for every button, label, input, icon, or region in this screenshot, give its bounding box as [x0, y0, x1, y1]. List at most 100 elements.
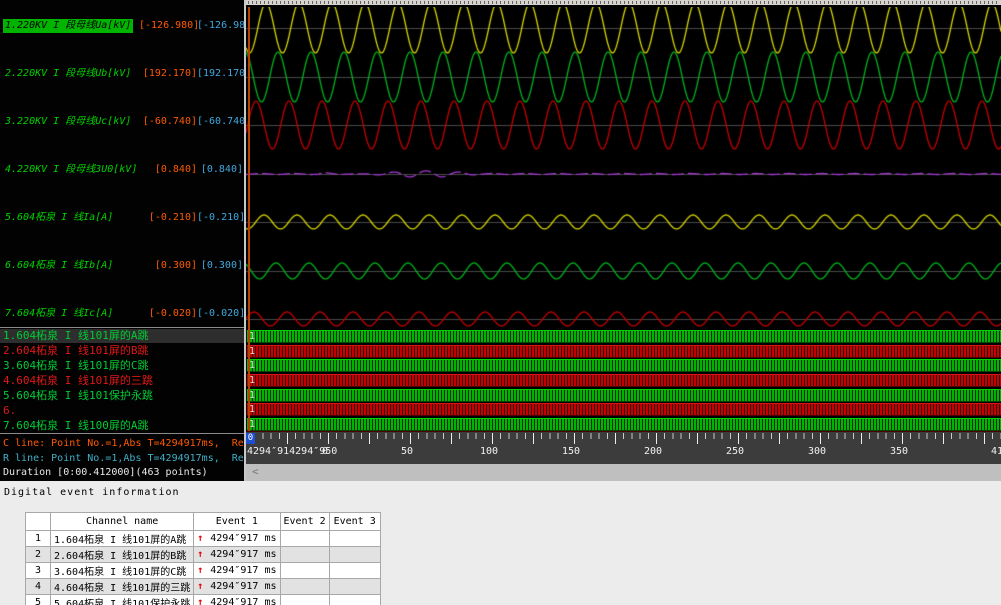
axis-tick-label: 250 — [726, 446, 744, 457]
event2-header: Event 2 — [280, 513, 329, 531]
table-row[interactable]: 4 4.604柘泉 I 线101屏的三跳 ↑ 4294″917 ms — [26, 579, 381, 595]
analog-waveform-canvas[interactable] — [246, 7, 1001, 329]
section-divider — [0, 433, 244, 434]
axis-tick-label: 350 — [890, 446, 908, 457]
channel-label: 7.604柘泉 I 线Ic[A] — [0, 307, 139, 321]
analog-channel-row-2[interactable]: 2.220KV I 段母线Ub[kV] [192.170] [192.170] — [0, 67, 244, 81]
ruler-ticks — [246, 433, 1001, 444]
ref-value: [-0.020] — [197, 307, 244, 321]
digital-channel-row-2[interactable]: 2.604柘泉 I 线101屏的B跳 — [0, 344, 244, 358]
axis-tick-label: 100 — [480, 446, 498, 457]
rising-edge-icon: ↑ — [197, 565, 203, 576]
event2-cell — [280, 563, 329, 579]
table-row[interactable]: 3 3.604柘泉 I 线101屏的C跳 ↑4294″917 ms — [26, 563, 381, 579]
row-number: 4 — [26, 579, 51, 595]
event3-cell — [329, 579, 380, 595]
ref-value: [-126.980] — [197, 19, 244, 33]
row-number: 3 — [26, 563, 51, 579]
analog-channel-row-1[interactable]: 1.220KV I 段母线Ua[kV] [-126.980] [-126.980… — [0, 19, 244, 33]
analog-channel-row-3[interactable]: 3.220KV I 段母线Uc[kV] [-60.740] [-60.740] — [0, 115, 244, 129]
event2-cell — [280, 547, 329, 563]
ref-value: [0.300] — [197, 259, 244, 273]
analog-channel-row-5[interactable]: 5.604柘泉 I 线Ia[A] [-0.210] [-0.210] — [0, 211, 244, 225]
duration-status: Duration [0:00.412000](463 points) — [3, 467, 243, 479]
event-channel-name: 3.604柘泉 I 线101屏的C跳 — [51, 563, 194, 579]
rising-edge-icon: ↑ — [197, 581, 203, 592]
channel-name-header: Channel name — [51, 513, 194, 531]
digital-channel-row-6[interactable]: 6. — [0, 404, 244, 418]
cursor-value: [-0.020] — [139, 307, 197, 321]
c-cursor-line[interactable] — [248, 7, 250, 431]
section-divider — [0, 327, 244, 328]
digital-trace-bar-2[interactable]: 1 — [247, 345, 1001, 358]
ref-value: [0.840] — [197, 163, 244, 177]
ref-value: [-60.740] — [197, 115, 244, 129]
section-title: Digital event information — [4, 487, 180, 498]
digital-event-table: Channel name Event 1 Event 2 Event 3 1 1… — [25, 512, 381, 605]
event2-cell — [280, 595, 329, 605]
table-header-row: Channel name Event 1 Event 2 Event 3 — [26, 513, 381, 531]
row-number: 1 — [26, 531, 51, 547]
axis-tick-label: 300 — [808, 446, 826, 457]
digital-trace-bar-1[interactable]: 1 — [247, 330, 1001, 343]
analog-channel-row-7[interactable]: 7.604柘泉 I 线Ic[A] [-0.020] [-0.020] — [0, 307, 244, 321]
event2-cell — [280, 531, 329, 547]
event3-cell — [329, 547, 380, 563]
event1-cell: ↑ 4294″917 ms — [194, 579, 280, 595]
row-number-header — [26, 513, 51, 531]
event3-header: Event 3 — [329, 513, 380, 531]
digital-trace-bar-7[interactable]: 1 — [247, 418, 1001, 431]
ref-value: [-0.210] — [197, 211, 244, 225]
axis-tick-label: 50 — [401, 446, 413, 457]
event-time: 4294″917 ms — [210, 581, 276, 592]
channel-label: 1.220KV I 段母线Ua[kV] — [0, 19, 139, 33]
event3-cell — [329, 531, 380, 547]
digital-trace-bar-6[interactable]: 1 — [247, 403, 1001, 416]
c-cursor-status: C line: Point No.=1,Abs T=4294917ms, Rel… — [3, 438, 243, 450]
channel-label: 4.220KV I 段母线3U0[kV] — [0, 163, 139, 177]
rising-edge-icon: ↑ — [197, 549, 203, 560]
cursor-position-marker[interactable]: 0 — [246, 433, 255, 444]
digital-trace-bar-5[interactable]: 1 — [247, 389, 1001, 402]
digital-channel-row-7[interactable]: 7.604柘泉 I 线100屏的A跳 — [0, 419, 244, 432]
table-row[interactable]: 5 5.604柘泉 I 线101保护永跳 ↑4294″917 ms — [26, 595, 381, 605]
digital-channel-row-5[interactable]: 5.604柘泉 I 线101保护永跳 — [0, 389, 244, 403]
channel-list-panel: 1.220KV I 段母线Ua[kV] [-126.980] [-126.980… — [0, 0, 246, 481]
digital-trace-bar-4[interactable]: 1 — [247, 374, 1001, 387]
oscillograph-app: 1.220KV I 段母线Ua[kV] [-126.980] [-126.980… — [0, 0, 1001, 605]
event-channel-name: 4.604柘泉 I 线101屏的三跳 — [51, 579, 194, 595]
channel-label: 3.220KV I 段母线Uc[kV] — [0, 115, 139, 129]
scroll-left-arrow-icon[interactable]: < — [252, 465, 259, 478]
channel-label: 2.220KV I 段母线Ub[kV] — [0, 67, 139, 81]
waveform-panel[interactable]: 1 1 1 1 1 1 1 0 4294″914294″950 0 50 100… — [246, 5, 1001, 481]
axis-tick-label: 41 — [991, 446, 1001, 457]
time-axis-ruler[interactable]: 0 4294″914294″950 0 50 100 150 200 250 3… — [246, 431, 1001, 464]
row-number: 2 — [26, 547, 51, 563]
cursor-value: [192.170] — [139, 67, 197, 81]
event-channel-name: 1.604柘泉 I 线101屏的A跳 — [51, 531, 194, 547]
event1-header: Event 1 — [194, 513, 280, 531]
digital-channel-row-3[interactable]: 3.604柘泉 I 线101屏的C跳 — [0, 359, 244, 373]
event-time: 4294″917 ms — [210, 597, 276, 605]
rising-edge-icon: ↑ — [197, 533, 203, 544]
event-time: 4294″917 ms — [210, 533, 276, 544]
table-row[interactable]: 1 1.604柘泉 I 线101屏的A跳 ↑ 4294″917 ms — [26, 531, 381, 547]
analog-channel-row-4[interactable]: 4.220KV I 段母线3U0[kV] [0.840] [0.840] — [0, 163, 244, 177]
cursor-value: [0.300] — [139, 259, 197, 273]
digital-channel-row-4[interactable]: 4.604柘泉 I 线101屏的三跳 — [0, 374, 244, 388]
titlebar-text-sliver — [248, 1, 999, 4]
table-row[interactable]: 2 2.604柘泉 I 线101屏的B跳 ↑4294″917 ms — [26, 547, 381, 563]
cursor-value: [0.840] — [139, 163, 197, 177]
axis-tick-label: 200 — [644, 446, 662, 457]
event3-cell — [329, 563, 380, 579]
event2-cell — [280, 579, 329, 595]
rising-edge-icon: ↑ — [197, 597, 203, 605]
event-channel-name: 5.604柘泉 I 线101保护永跳 — [51, 595, 194, 605]
digital-trace-bar-3[interactable]: 1 — [247, 359, 1001, 372]
horizontal-scrollbar[interactable]: < — [246, 464, 1001, 481]
event1-cell: ↑ 4294″917 ms — [194, 531, 280, 547]
axis-tick-label: 0 — [322, 446, 328, 457]
axis-tick-label: 150 — [562, 446, 580, 457]
analog-channel-row-6[interactable]: 6.604柘泉 I 线Ib[A] [0.300] [0.300] — [0, 259, 244, 273]
digital-channel-row-1[interactable]: 1.604柘泉 I 线101屏的A跳 — [0, 329, 244, 343]
